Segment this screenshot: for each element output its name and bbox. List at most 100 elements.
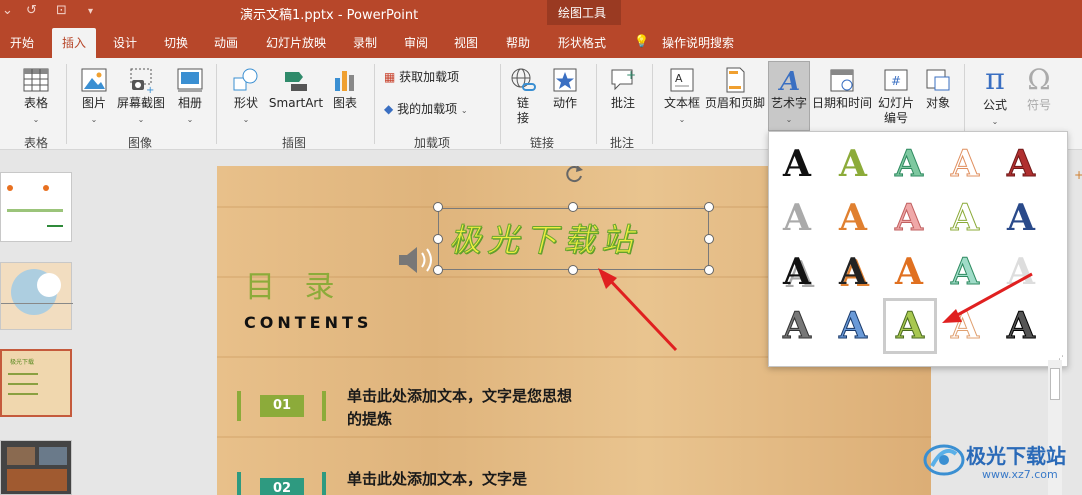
watermark-title: 极光下载站	[966, 444, 1066, 468]
wordart-style-2-4[interactable]: A	[941, 194, 989, 242]
chevron-down-icon: ⌄	[678, 115, 686, 124]
chart-button[interactable]: 图表	[328, 66, 362, 111]
wordart-style-4-4[interactable]: A	[941, 302, 989, 350]
album-button[interactable]: 相册 ⌄	[172, 66, 208, 127]
resize-handle[interactable]	[568, 202, 578, 212]
wordart-style-4-3-selected[interactable]: A	[883, 298, 937, 354]
tab-insert[interactable]: 插入	[52, 28, 97, 58]
wordart-style-2-1[interactable]: A	[773, 194, 821, 242]
slide-number-button[interactable]: # 幻灯片编号	[874, 66, 918, 126]
wordart-style-2-3[interactable]: A	[885, 194, 933, 242]
wordart-style-1-5[interactable]: A	[997, 140, 1045, 188]
resize-handle[interactable]	[433, 234, 443, 244]
chevron-down-icon: ⌄	[137, 115, 145, 124]
wordart-style-4-1[interactable]: A	[773, 302, 821, 350]
wordart-gallery[interactable]: A A A A A A A A A A A A A A A A A A A A …	[768, 131, 1068, 367]
group-divider	[500, 64, 501, 144]
ribbon-tab-bar: 开始 插入 设计 切换 动画 幻灯片放映 录制 审阅 视图 帮助 形状格式 💡 …	[0, 25, 1082, 58]
resize-handle[interactable]	[433, 265, 443, 275]
shapes-button[interactable]: 形状 ⌄	[226, 66, 266, 127]
symbol-label: 符号	[1026, 98, 1051, 112]
tab-review[interactable]: 审阅	[404, 34, 428, 51]
wordart-style-3-2[interactable]: A	[829, 248, 877, 296]
resize-handle[interactable]	[433, 202, 443, 212]
undo-icon[interactable]: ↺	[26, 3, 37, 18]
wordart-style-1-3[interactable]: A	[885, 140, 933, 188]
textbox-icon: A	[670, 68, 694, 92]
wordart-style-2-2[interactable]: A	[829, 194, 877, 242]
slide-thumbnail-3-selected[interactable]: 极光下载	[0, 349, 72, 417]
pane-marker: +	[1074, 168, 1082, 182]
action-button[interactable]: 动作	[548, 66, 582, 111]
autosave-caret-icon[interactable]: ⌄	[2, 3, 13, 18]
tab-slideshow[interactable]: 幻灯片放映	[266, 34, 326, 51]
picture-button[interactable]: 图片 ⌄	[76, 66, 112, 127]
svg-text:+: +	[626, 68, 636, 82]
scrollbar-thumb[interactable]	[1050, 368, 1060, 400]
search-label[interactable]: 操作说明搜索	[662, 34, 734, 51]
wordart-style-3-3[interactable]: A	[885, 248, 933, 296]
tab-design[interactable]: 设计	[113, 34, 137, 51]
tab-view[interactable]: 视图	[454, 34, 478, 51]
picture-icon	[81, 68, 107, 92]
equation-button[interactable]: π 公式 ⌄	[974, 62, 1016, 129]
addins-cube-icon: ◆	[384, 102, 394, 116]
presenter-icon[interactable]: ⊡	[56, 3, 67, 18]
slide-thumbnail-4[interactable]	[0, 440, 72, 495]
smartart-button[interactable]: SmartArt	[268, 66, 324, 111]
wordart-style-3-4[interactable]: A	[941, 248, 989, 296]
wordart-style-4-2[interactable]: A	[829, 302, 877, 350]
slide-thumbnail-2[interactable]	[0, 262, 73, 330]
smartart-label: SmartArt	[268, 96, 324, 110]
tab-home[interactable]: 开始	[10, 34, 34, 51]
item-number: 01	[260, 395, 304, 417]
header-footer-button[interactable]: 页眉和页脚	[704, 66, 766, 111]
get-addins-button[interactable]: ▦ 获取加载项	[384, 70, 459, 85]
thumb-line	[8, 393, 38, 395]
slide-thumbnail-1[interactable]	[0, 172, 72, 242]
resize-handle[interactable]	[704, 265, 714, 275]
comment-button[interactable]: + 批注	[606, 66, 640, 111]
rotate-handle-icon[interactable]	[562, 166, 586, 186]
customize-qat-icon[interactable]: ▾	[88, 6, 93, 17]
action-star-icon	[553, 68, 577, 92]
wordart-text[interactable]: 极光下载站	[448, 215, 639, 261]
textbox-button[interactable]: A 文本框 ⌄	[662, 66, 702, 127]
wordart-style-1-1[interactable]: A	[773, 140, 821, 188]
wordart-style-2-5[interactable]: A	[997, 194, 1045, 242]
item-text[interactable]: 单击此处添加文本，文字是	[347, 468, 587, 491]
slide-heading[interactable]: 目 录	[245, 262, 345, 306]
tab-record[interactable]: 录制	[353, 34, 377, 51]
tab-transitions[interactable]: 切换	[164, 34, 188, 51]
slide-thumbnail-pane[interactable]: 极光下载	[0, 150, 90, 495]
screenshot-button[interactable]: + 屏幕截图 ⌄	[114, 66, 168, 127]
wordart-style-4-5[interactable]: A	[997, 302, 1045, 350]
album-label: 相册	[177, 96, 202, 110]
datetime-button[interactable]: 日期和时间	[812, 66, 872, 111]
my-addins-button[interactable]: ◆ 我的加载项 ⌄	[384, 102, 468, 118]
album-icon	[177, 68, 203, 92]
wordart-style-3-1[interactable]: A	[773, 248, 821, 296]
tab-help[interactable]: 帮助	[506, 34, 530, 51]
table-button[interactable]: 表格 ⌄	[18, 66, 54, 127]
wordart-selection-box[interactable]: 极光下载站	[438, 208, 709, 270]
slide-subheading[interactable]: CONTENTS	[244, 313, 372, 332]
tab-animations[interactable]: 动画	[214, 34, 238, 51]
resize-handle[interactable]	[568, 265, 578, 275]
object-button[interactable]: 对象	[920, 66, 956, 111]
wordart-style-1-4[interactable]: A	[941, 140, 989, 188]
header-footer-icon	[726, 67, 745, 93]
comment-label: 批注	[610, 96, 635, 110]
resize-handle[interactable]	[704, 234, 714, 244]
pi-icon: π	[985, 62, 1005, 97]
item-text[interactable]: 单击此处添加文本，文字是您思想的提炼	[347, 385, 575, 431]
resize-handle[interactable]	[704, 202, 714, 212]
wordart-button[interactable]: A 艺术字 ⌄	[768, 61, 810, 131]
symbol-button[interactable]: Ω 符号	[1018, 62, 1060, 113]
tab-shape-format[interactable]: 形状格式	[558, 34, 606, 51]
link-button[interactable]: 链接	[506, 66, 540, 126]
group-divider	[66, 64, 67, 144]
wordart-style-3-5[interactable]: A	[997, 248, 1045, 296]
wordart-style-1-2[interactable]: A	[829, 140, 877, 188]
chevron-down-icon: ⌄	[90, 115, 98, 124]
